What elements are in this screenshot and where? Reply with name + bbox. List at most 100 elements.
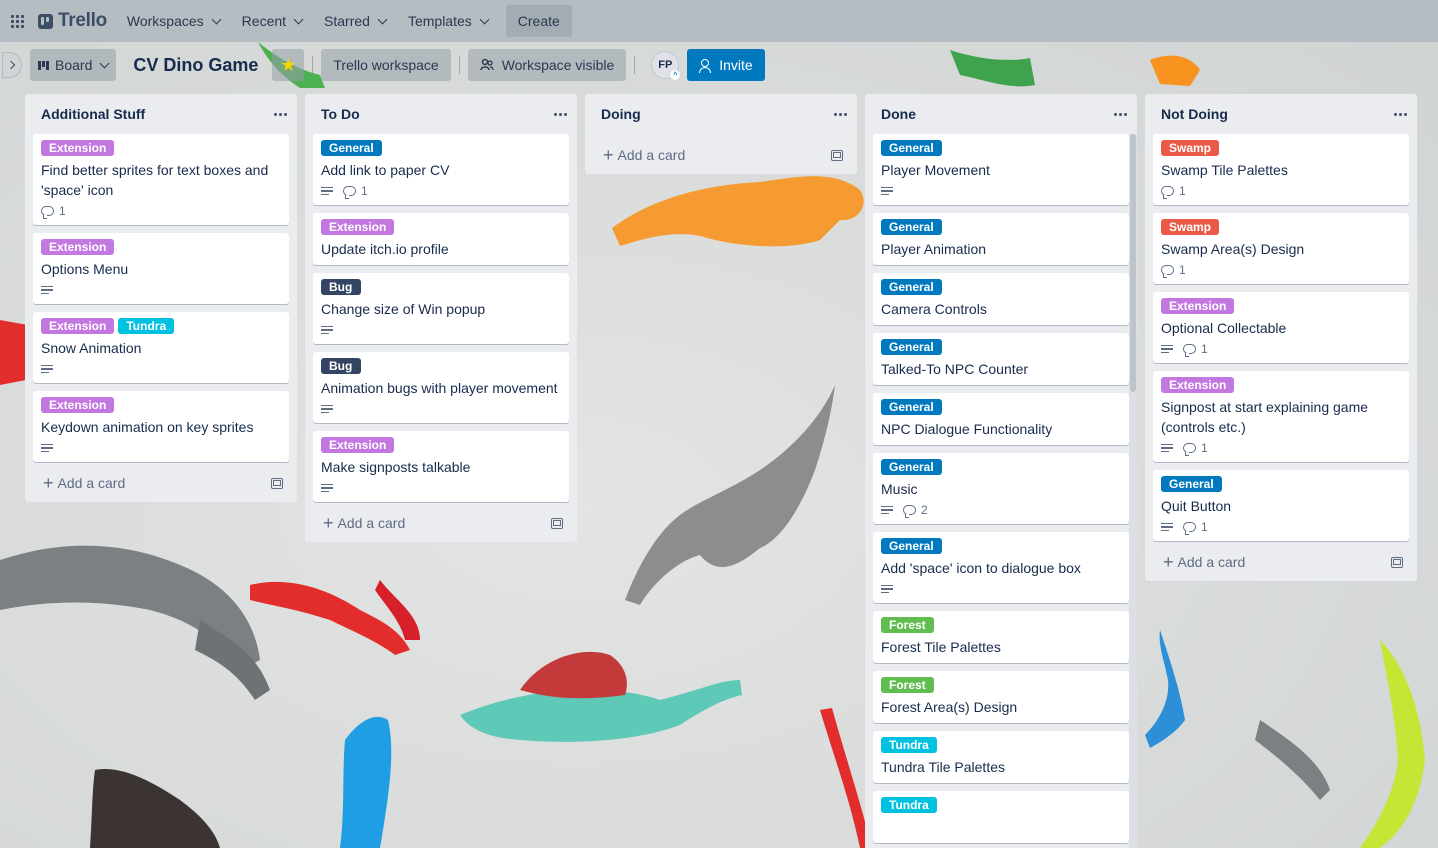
label-swamp[interactable]: Swamp <box>1161 140 1220 156</box>
list-menu-icon[interactable] <box>1394 112 1407 116</box>
list-title[interactable]: To Do <box>321 106 360 122</box>
list-title[interactable]: Additional Stuff <box>41 106 145 122</box>
card-template-icon[interactable] <box>271 477 283 489</box>
label-tundra[interactable]: Tundra <box>881 797 937 813</box>
label-general[interactable]: General <box>881 538 942 554</box>
label-extension[interactable]: Extension <box>41 239 115 255</box>
card[interactable]: General NPC Dialogue Functionality <box>873 393 1129 445</box>
list-header[interactable]: Not Doing <box>1145 94 1417 134</box>
card[interactable]: Extension Tundra Snow Animation <box>33 312 289 383</box>
add-card-button[interactable]: + Add a card <box>43 474 125 492</box>
workspace-button[interactable]: Trello workspace <box>321 49 451 81</box>
list-to-do[interactable]: To Do General Add link to paper CV 1 Extensi… <box>305 94 577 542</box>
label-general[interactable]: General <box>1161 476 1222 492</box>
card[interactable]: General Player Movement <box>873 134 1129 205</box>
list-title[interactable]: Doing <box>601 106 641 122</box>
label-extension[interactable]: Extension <box>41 397 115 413</box>
list-menu-icon[interactable] <box>1114 112 1127 116</box>
label-general[interactable]: General <box>881 140 942 156</box>
card[interactable]: Swamp Swamp Tile Palettes 1 <box>1153 134 1409 205</box>
card-template-icon[interactable] <box>1391 556 1403 568</box>
workspaces-menu[interactable]: Workspaces <box>117 5 230 37</box>
label-bug[interactable]: Bug <box>321 358 361 374</box>
label-general[interactable]: General <box>881 399 942 415</box>
starred-menu[interactable]: Starred <box>314 5 396 37</box>
card[interactable]: Tundra Tundra Tile Palettes <box>873 731 1129 783</box>
apps-switcher-button[interactable] <box>0 0 34 42</box>
invite-button[interactable]: Invite <box>687 49 765 81</box>
list-menu-icon[interactable] <box>274 112 287 116</box>
label-general[interactable]: General <box>881 339 942 355</box>
star-board-button[interactable]: ★ <box>272 49 305 81</box>
card[interactable]: Extension Signpost at start explaining ga… <box>1153 371 1409 462</box>
label-tundra[interactable]: Tundra <box>881 737 937 753</box>
card[interactable]: Forest Forest Area(s) Design <box>873 671 1129 723</box>
create-button[interactable]: Create <box>505 5 572 37</box>
list-title[interactable]: Not Doing <box>1161 106 1228 122</box>
card-template-icon[interactable] <box>551 517 563 529</box>
list-header[interactable]: Done <box>865 94 1137 134</box>
card[interactable]: Extension Make signposts talkable <box>313 431 569 502</box>
label-general[interactable]: General <box>881 219 942 235</box>
card[interactable]: Forest Forest Tile Palettes <box>873 611 1129 663</box>
card-template-icon[interactable] <box>831 149 843 161</box>
recent-menu[interactable]: Recent <box>232 5 312 37</box>
card[interactable]: General Add link to paper CV 1 <box>313 134 569 205</box>
list-scrollbar[interactable] <box>1129 134 1137 848</box>
sidebar-expand-button[interactable] <box>2 52 22 78</box>
label-extension[interactable]: Extension <box>1161 377 1235 393</box>
board-view-switcher[interactable]: Board <box>30 49 117 81</box>
member-avatar[interactable]: FP ^ <box>651 51 681 80</box>
add-card-button[interactable]: + Add a card <box>323 514 405 532</box>
card[interactable]: Swamp Swamp Area(s) Design 1 <box>1153 213 1409 284</box>
visibility-button[interactable]: Workspace visible <box>467 49 627 81</box>
trello-logo[interactable]: Trello <box>34 0 117 42</box>
chevron-down-icon <box>377 14 388 24</box>
card[interactable]: Extension Options Menu <box>33 233 289 304</box>
list-doing[interactable]: Doing + Add a card <box>585 94 857 174</box>
card[interactable]: Extension Keydown animation on key sprite… <box>33 391 289 462</box>
list-menu-icon[interactable] <box>834 112 847 116</box>
card[interactable]: General Quit Button 1 <box>1153 470 1409 541</box>
list-header[interactable]: To Do <box>305 94 577 134</box>
list-header[interactable]: Doing <box>585 94 857 134</box>
card[interactable]: General Player Animation <box>873 213 1129 265</box>
templates-menu[interactable]: Templates <box>398 5 498 37</box>
list-menu-icon[interactable] <box>554 112 567 116</box>
card[interactable]: Extension Find better sprites for text bo… <box>33 134 289 225</box>
card[interactable]: Extension Optional Collectable 1 <box>1153 292 1409 363</box>
card[interactable]: General Camera Controls <box>873 273 1129 325</box>
comment-count: 1 <box>1201 342 1208 356</box>
card[interactable]: General Music 2 <box>873 453 1129 524</box>
label-extension[interactable]: Extension <box>321 219 395 235</box>
label-bug[interactable]: Bug <box>321 279 361 295</box>
card[interactable]: General Talked-To NPC Counter <box>873 333 1129 385</box>
label-general[interactable]: General <box>881 459 942 475</box>
label-swamp[interactable]: Swamp <box>1161 219 1220 235</box>
label-extension[interactable]: Extension <box>41 318 115 334</box>
list-additional-stuff[interactable]: Additional Stuff Extension Find better spr… <box>25 94 297 502</box>
card[interactable]: General Add 'space' icon to dialogue box <box>873 532 1129 603</box>
list-header[interactable]: Additional Stuff <box>25 94 297 134</box>
board-title[interactable]: CV Dino Game <box>133 55 258 76</box>
card[interactable]: Bug Change size of Win popup <box>313 273 569 344</box>
add-card-button[interactable]: + Add a card <box>603 146 685 164</box>
add-card-button[interactable]: + Add a card <box>1163 553 1245 571</box>
list-done[interactable]: Done General Player Movement General Player … <box>865 94 1137 848</box>
label-general[interactable]: General <box>881 279 942 295</box>
card-title: Add 'space' icon to dialogue box <box>881 560 1081 576</box>
label-extension[interactable]: Extension <box>41 140 115 156</box>
scrollbar-thumb[interactable] <box>1130 134 1136 392</box>
label-extension[interactable]: Extension <box>321 437 395 453</box>
label-forest[interactable]: Forest <box>881 617 934 633</box>
list-title[interactable]: Done <box>881 106 916 122</box>
card[interactable]: Bug Animation bugs with player movement <box>313 352 569 423</box>
label-extension[interactable]: Extension <box>1161 298 1235 314</box>
card[interactable]: Extension Update itch.io profile <box>313 213 569 265</box>
label-tundra[interactable]: Tundra <box>118 318 175 334</box>
label-forest[interactable]: Forest <box>881 677 934 693</box>
card-title: Music <box>881 481 918 497</box>
card[interactable]: Tundra <box>873 791 1129 843</box>
label-general[interactable]: General <box>321 140 382 156</box>
list-not-doing[interactable]: Not Doing Swamp Swamp Tile Palettes 1 Swamp S… <box>1145 94 1417 581</box>
